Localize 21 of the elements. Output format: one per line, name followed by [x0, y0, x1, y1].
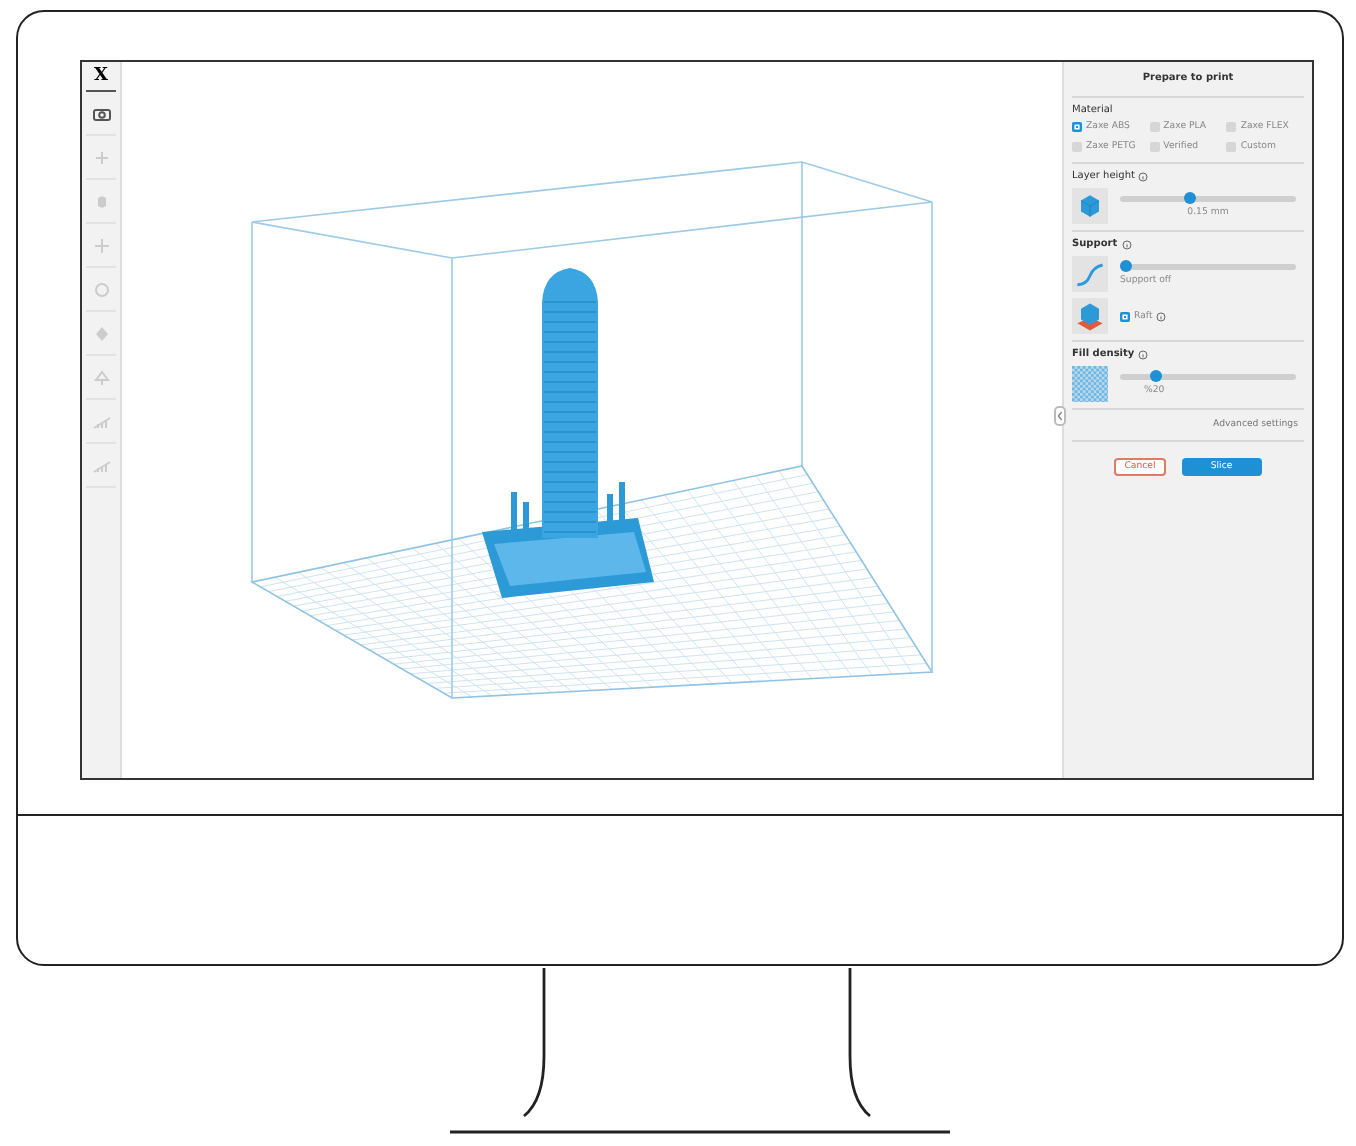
info-icon[interactable] [1121, 239, 1132, 249]
checkbox[interactable] [1149, 142, 1160, 152]
camera-icon[interactable] [91, 105, 111, 121]
info-icon[interactable] [1138, 349, 1149, 359]
curve-thumbnail-icon [1072, 256, 1108, 292]
infill-pattern-thumbnail-icon [1072, 366, 1108, 402]
layer-height-slider[interactable] [1120, 195, 1296, 201]
cube-thumbnail-icon [1072, 188, 1108, 224]
checkbox[interactable] [1072, 142, 1082, 152]
logo[interactable]: X [86, 62, 116, 92]
info-icon[interactable] [1156, 311, 1167, 321]
support-slider[interactable] [1120, 263, 1296, 269]
checkbox[interactable] [1072, 122, 1082, 132]
info-icon[interactable] [1138, 171, 1149, 181]
checkbox[interactable] [1149, 122, 1160, 132]
checkbox[interactable] [1226, 122, 1237, 132]
fill-density-slider[interactable] [1120, 373, 1296, 379]
raft-checkbox[interactable] [1120, 311, 1130, 321]
cube-raft-thumbnail-icon [1072, 298, 1108, 334]
collapse-handle-icon[interactable] [1054, 406, 1066, 426]
checkbox[interactable] [1226, 142, 1237, 152]
